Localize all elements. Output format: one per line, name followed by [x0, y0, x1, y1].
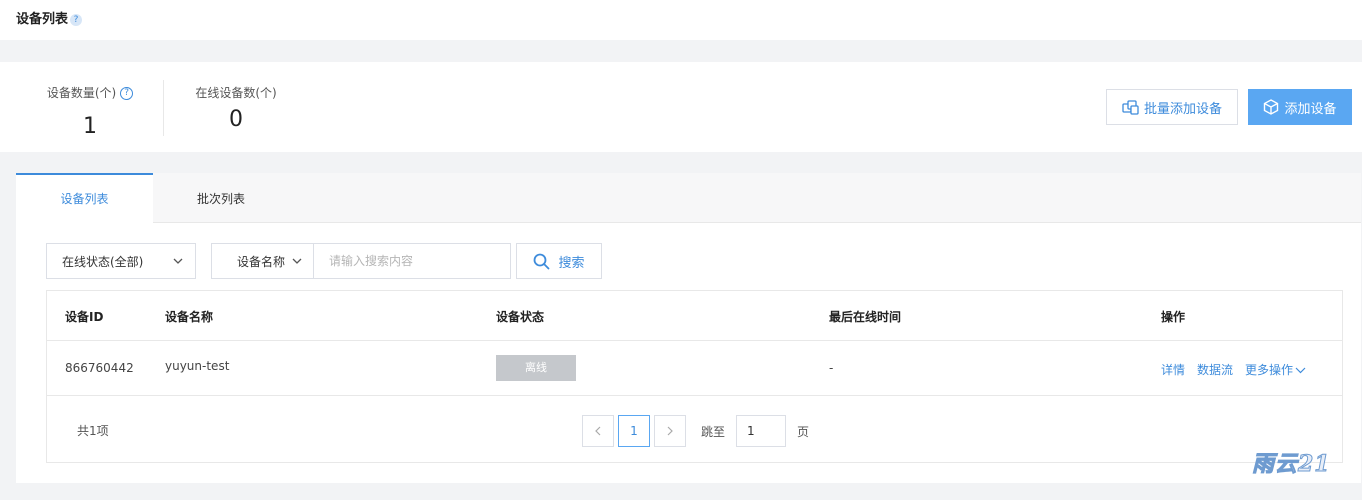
- search-button-label: 搜索: [558, 255, 585, 271]
- search-group: 设备名称: [211, 243, 511, 279]
- page-title-text: 设备列表: [16, 12, 69, 27]
- search-icon: [534, 253, 550, 269]
- column-header-id: 设备ID: [65, 310, 104, 324]
- tab-bar: 设备列表 批次列表: [16, 173, 1361, 224]
- devices-icon: [1122, 99, 1139, 115]
- batch-add-device-button[interactable]: 批量添加设备: [1106, 89, 1238, 125]
- device-count-label-text: 设备数量(个): [46, 86, 117, 100]
- data-stream-link[interactable]: 数据流: [1197, 363, 1233, 377]
- online-count-label: 在线设备数(个): [195, 86, 277, 100]
- goto-page-input[interactable]: [736, 415, 786, 447]
- page-title: 设备列表?: [16, 8, 83, 27]
- search-input[interactable]: [314, 244, 510, 278]
- total-count: 共1项: [77, 424, 109, 438]
- search-field-select[interactable]: 设备名称: [212, 244, 314, 278]
- chevron-down-icon: [173, 258, 183, 264]
- column-header-last-online: 最后在线时间: [829, 310, 902, 324]
- device-list-card: 设备列表 批次列表 在线状态(全部) 设备名称 搜索 设备ID 设备名称 设备状…: [16, 173, 1361, 483]
- column-header-operations: 操作: [1161, 310, 1186, 324]
- chevron-down-icon: [1295, 367, 1306, 374]
- help-icon[interactable]: ?: [120, 87, 134, 100]
- help-icon[interactable]: ?: [70, 13, 83, 26]
- goto-unit: 页: [797, 425, 810, 439]
- cube-icon: [1264, 99, 1279, 115]
- more-actions-dropdown[interactable]: 更多操作: [1245, 363, 1306, 377]
- device-count-stat: 设备数量(个)? 1: [30, 62, 150, 152]
- chevron-left-icon: [595, 426, 601, 436]
- page-number-button[interactable]: 1: [618, 415, 650, 447]
- online-count-value: 0: [229, 107, 243, 132]
- tab-device-list[interactable]: 设备列表: [16, 173, 153, 224]
- watermark: 雨云21: [1252, 451, 1331, 478]
- detail-link[interactable]: 详情: [1161, 363, 1185, 377]
- pagination-bar: 共1项 1 跳至 页: [47, 396, 1342, 462]
- online-status-select[interactable]: 在线状态(全部): [46, 243, 196, 279]
- online-count-stat: 在线设备数(个) 0: [174, 62, 298, 152]
- table-header: 设备ID 设备名称 设备状态 最后在线时间 操作: [47, 291, 1342, 341]
- column-header-status: 设备状态: [496, 310, 545, 324]
- device-count-value: 1: [83, 114, 97, 139]
- chevron-down-icon: [292, 258, 302, 264]
- table-row: 866760442 yuyun-test 离线 - 详情 数据流 更多操作: [47, 341, 1342, 396]
- add-device-label: 添加设备: [1284, 101, 1337, 117]
- column-header-name: 设备名称: [165, 310, 214, 324]
- device-table: 设备ID 设备名称 设备状态 最后在线时间 操作 866760442 yuyun…: [46, 290, 1343, 463]
- goto-label: 跳至: [701, 425, 726, 439]
- next-page-button[interactable]: [654, 415, 686, 447]
- stats-panel: 设备数量(个)? 1 在线设备数(个) 0 批量添加设备 添加设备: [0, 62, 1362, 152]
- page-header: 设备列表?: [0, 0, 1362, 40]
- status-badge: 离线: [496, 355, 576, 381]
- add-device-button[interactable]: 添加设备: [1248, 89, 1352, 125]
- cell-device-id: 866760442: [65, 361, 134, 375]
- cell-operations: 详情 数据流 更多操作: [1161, 361, 1306, 378]
- search-field-select-value: 设备名称: [237, 254, 286, 269]
- chevron-right-icon: [667, 426, 673, 436]
- search-button[interactable]: 搜索: [516, 243, 602, 279]
- more-actions-label: 更多操作: [1245, 363, 1294, 377]
- tab-batch-list[interactable]: 批次列表: [153, 173, 289, 223]
- batch-add-device-label: 批量添加设备: [1143, 101, 1222, 117]
- online-status-select-value: 在线状态(全部): [62, 254, 144, 269]
- device-count-label: 设备数量(个)?: [30, 84, 150, 101]
- cell-device-name: yuyun-test: [165, 359, 230, 373]
- cell-last-online: -: [829, 361, 834, 375]
- prev-page-button[interactable]: [582, 415, 614, 447]
- stats-divider: [163, 80, 164, 136]
